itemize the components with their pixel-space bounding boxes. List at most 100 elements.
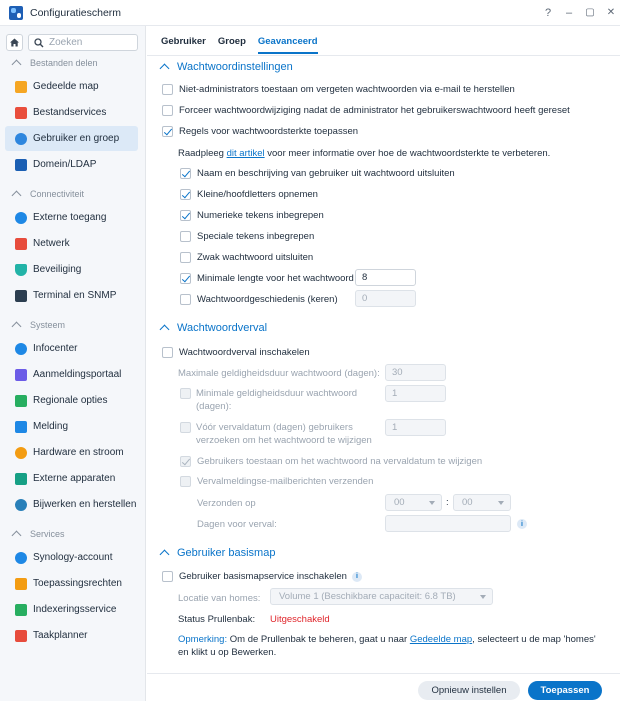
calendar-icon [15,629,27,642]
min-length-input[interactable]: 8 [355,269,416,286]
sidebar-item-file-services[interactable]: Bestandservices [5,100,138,125]
chevron-up-icon [159,324,170,335]
password-settings-header[interactable]: Wachtwoordinstellingen [159,61,293,74]
allow-after-option[interactable]: Gebruikers toestaan om het wachtwoord na… [180,456,482,467]
location-select[interactable]: Volume 1 (Beschikbare capaciteit: 6.8 TB… [270,588,493,605]
sidebar-item-hardware-power[interactable]: Hardware en stroom [5,440,138,465]
force-change-checkbox[interactable] [162,105,173,116]
tab-group[interactable]: Groep [218,36,246,54]
folder-icon [15,80,27,93]
search-icon [34,37,44,47]
shared-folder-link[interactable]: Gedeelde map [410,634,472,645]
chevron-down-icon [498,501,504,505]
sidebar-item-indexing-service[interactable]: Indexeringsservice [5,597,138,622]
max-days-label: Maximale geldigheidsduur wachtwoord (dag… [178,368,380,379]
force-change-option[interactable]: Forceer wachtwoordwijziging nadat de adm… [162,105,570,116]
history-option[interactable]: Wachtwoordgeschiedenis (keren) [180,294,338,305]
minimize-icon[interactable]: – [562,6,576,20]
info-icon[interactable]: i [517,519,527,529]
sidebar-item-user-group[interactable]: Gebruiker en groep [5,126,138,151]
maximize-icon[interactable]: ▢ [583,6,597,20]
sidebar-item-shared-folder[interactable]: Gedeelde map [5,74,138,99]
sidebar-item-regional-options[interactable]: Regionale opties [5,388,138,413]
location-label: Locatie van homes: [178,593,261,604]
sidebar-item-info-center[interactable]: Infocenter [5,336,138,361]
home-folder-header[interactable]: Gebruiker basismap [159,547,275,560]
sidebar-item-notification[interactable]: Melding [5,414,138,439]
exclude-name-option[interactable]: Naam en beschrijving van gebruiker uit w… [180,168,455,179]
special-option[interactable]: Speciale tekens inbegrepen [180,231,314,242]
allow-reset-checkbox[interactable] [162,84,173,95]
lightbulb-icon [15,446,27,459]
exclude-name-checkbox[interactable] [180,168,191,179]
history-input[interactable]: 0 [355,290,416,307]
send-mail-checkbox[interactable] [180,476,191,487]
article-link[interactable]: dit artikel [227,148,265,159]
home-button[interactable] [6,34,23,51]
control-panel-icon [9,5,23,20]
numeric-checkbox[interactable] [180,210,191,221]
send-mail-option[interactable]: Vervalmeldingse-mailberichten verzenden [180,476,373,487]
tab-divider [147,55,620,56]
sidebar-item-task-scheduler[interactable]: Taakplanner [5,623,138,648]
expiry-header[interactable]: Wachtwoordverval [159,322,267,335]
expiry-enable-option[interactable]: Wachtwoordverval inschakelen [162,347,310,358]
search-input[interactable] [49,37,134,48]
chevron-up-icon [159,63,170,74]
chevron-down-icon [480,595,486,599]
section-system[interactable]: Systeem [11,320,65,332]
sidebar-item-external-access[interactable]: Externe toegang [5,205,138,230]
info-icon[interactable]: i [351,571,362,582]
sidebar-item-terminal-snmp[interactable]: Terminal en SNMP [5,283,138,308]
tab-user[interactable]: Gebruiker [161,36,206,54]
search-box[interactable] [28,34,138,51]
time-separator: : [446,497,449,508]
days-before-input[interactable] [385,515,511,532]
exclude-weak-checkbox[interactable] [180,252,191,263]
mixed-case-option[interactable]: Kleine/hoofdletters opnemen [180,189,318,200]
min-length-option[interactable]: Minimale lengte voor het wachtwoord [180,273,354,284]
sidebar-item-synology-account[interactable]: Synology-account [5,545,138,570]
reset-button[interactable]: Opnieuw instellen [418,681,520,700]
max-days-input[interactable]: 30 [385,364,446,381]
min-days-input[interactable]: 1 [385,385,446,402]
sent-on-label: Verzonden op [197,498,256,509]
strength-rules-checkbox[interactable] [162,126,173,137]
apply-button[interactable]: Toepassen [528,681,602,700]
chevron-down-icon [429,501,435,505]
sidebar-item-login-portal[interactable]: Aanmeldingsportaal [5,362,138,387]
sidebar-item-network[interactable]: Netwerk [5,231,138,256]
allow-after-checkbox[interactable] [180,456,191,467]
history-checkbox[interactable] [180,294,191,305]
sidebar-item-update-restore[interactable]: Bijwerken en herstellen [5,492,138,517]
sidebar-item-security[interactable]: Beveiliging [5,257,138,282]
expiry-enable-checkbox[interactable] [162,347,173,358]
numeric-option[interactable]: Numerieke tekens inbegrepen [180,210,324,221]
sidebar-item-external-devices[interactable]: Externe apparaten [5,466,138,491]
sidebar-item-app-privileges[interactable]: Toepassingsrechten [5,571,138,596]
min-length-checkbox[interactable] [180,273,191,284]
minute-select[interactable]: 00 [453,494,511,511]
notify-before-checkbox[interactable] [180,422,191,433]
hour-select[interactable]: 00 [385,494,442,511]
days-before-label: Dagen voor verval: [197,519,277,530]
close-icon[interactable]: ✕ [604,6,618,20]
tab-advanced[interactable]: Geavanceerd [257,36,318,54]
section-services[interactable]: Services [11,529,65,541]
shield-icon [15,263,27,276]
special-checkbox[interactable] [180,231,191,242]
home-enable-option[interactable]: Gebruiker basismapservice inschakelen i [162,571,362,582]
mixed-case-checkbox[interactable] [180,189,191,200]
section-file-sharing[interactable]: Bestanden delen [11,58,98,70]
home-enable-checkbox[interactable] [162,571,173,582]
exclude-weak-option[interactable]: Zwak wachtwoord uitsluiten [180,252,313,263]
min-days-checkbox[interactable] [180,388,191,399]
strength-rules-option[interactable]: Regels voor wachtwoordsterkte toepassen [162,126,358,137]
help-icon[interactable]: ? [541,6,555,20]
allow-reset-option[interactable]: Niet-administrators toestaan om vergeten… [162,84,515,95]
strength-hint: Raadpleeg dit artikel voor meer informat… [178,148,551,159]
section-connectivity[interactable]: Connectiviteit [11,189,84,201]
external-access-icon [15,211,27,224]
sidebar-item-domain-ldap[interactable]: Domein/LDAP [5,152,138,177]
notify-before-input[interactable]: 1 [385,419,446,436]
